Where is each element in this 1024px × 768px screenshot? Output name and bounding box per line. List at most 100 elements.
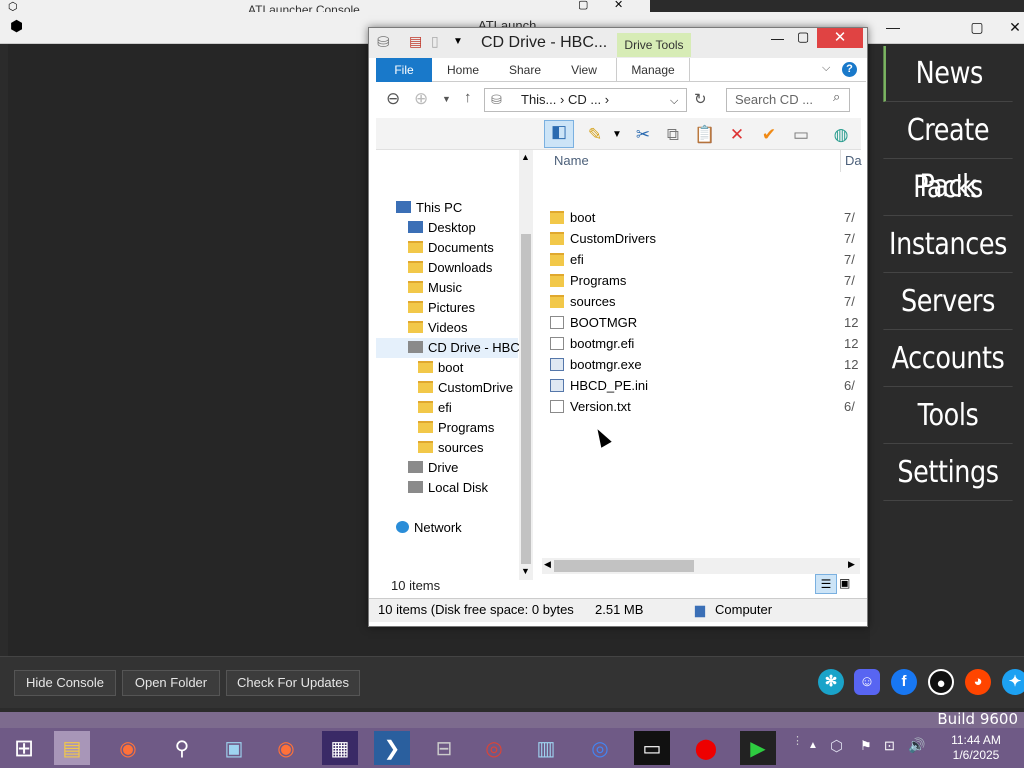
maximize-icon[interactable]: ▢ <box>797 29 809 45</box>
back-icon[interactable]: ⊖ <box>386 89 400 109</box>
help-icon[interactable]: ? <box>842 62 857 77</box>
discord-icon[interactable]: ☺ <box>854 669 880 695</box>
open-folder-button[interactable]: Open Folder <box>122 670 220 696</box>
details-view-icon[interactable]: ☰ <box>815 574 837 594</box>
console-maximize-icon[interactable]: ▢ <box>578 0 588 11</box>
up-icon[interactable]: ↑ <box>464 89 472 106</box>
list-item[interactable]: BOOTMGR 12 <box>542 312 862 333</box>
toolbar-dropdown-icon[interactable]: ▼ <box>606 124 628 146</box>
nav-network[interactable]: Network <box>396 518 462 538</box>
tab-manage[interactable]: Manage <box>616 58 690 82</box>
nav-efi[interactable]: efi <box>418 398 452 418</box>
nav-sources[interactable]: sources <box>418 438 484 458</box>
nav-this-pc[interactable]: This PC <box>396 198 462 218</box>
show-hidden-icons[interactable]: ▲ <box>808 740 818 751</box>
address-dropdown-icon[interactable]: ⌵ <box>670 90 678 112</box>
list-item[interactable]: Programs 7/ <box>542 270 862 291</box>
nav-downloads[interactable]: Downloads <box>408 258 492 278</box>
nav-accounts[interactable]: Accounts <box>883 331 1013 387</box>
list-item[interactable]: sources 7/ <box>542 291 862 312</box>
refresh-icon[interactable]: ↻ <box>694 90 707 108</box>
nav-instances[interactable]: Instances <box>883 217 1013 273</box>
list-item[interactable]: boot 7/ <box>542 207 862 228</box>
list-item[interactable]: Version.txt 6/ <box>542 396 862 417</box>
nav-drive[interactable]: Drive <box>408 458 458 478</box>
app-icon[interactable]: ▶ <box>740 731 776 765</box>
address-bar[interactable]: ⛁ This... › CD ... › ⌵ <box>484 88 687 112</box>
list-item[interactable]: bootmgr.exe 12 <box>542 354 862 375</box>
column-name-header[interactable]: Name <box>554 150 589 172</box>
clock[interactable]: 11:44 AM 1/6/2025 <box>936 733 1016 763</box>
launcher-minimize-button[interactable]: — <box>870 12 916 42</box>
nav-customdrivers[interactable]: CustomDrive <box>418 378 513 398</box>
firefox-icon[interactable]: ◉ <box>110 731 146 765</box>
scroll-down-icon[interactable]: ▼ <box>521 566 530 576</box>
chrome-icon[interactable]: ◎ <box>476 731 512 765</box>
network-tool-icon[interactable]: ▥ <box>528 731 564 765</box>
tab-home[interactable]: Home <box>438 58 488 82</box>
console-close-icon[interactable]: ✕ <box>614 0 623 11</box>
forward-icon[interactable]: ⊕ <box>414 89 428 109</box>
powershell-icon[interactable]: ❯ <box>374 731 410 765</box>
network-tray-icon[interactable]: ⊡ <box>884 738 895 754</box>
volume-icon[interactable]: 🔊 <box>908 737 925 754</box>
github-icon[interactable]: ● <box>928 669 954 695</box>
tab-file[interactable]: File <box>376 58 432 82</box>
scroll-left-icon[interactable]: ◀ <box>544 559 551 570</box>
rename-icon[interactable]: ▭ <box>790 124 812 146</box>
nav-servers[interactable]: Servers <box>883 274 1013 330</box>
navigation-scroll-thumb[interactable] <box>521 234 531 564</box>
minimize-icon[interactable]: — <box>771 31 784 46</box>
nav-documents[interactable]: Documents <box>408 238 494 258</box>
scroll-right-icon[interactable]: ▶ <box>848 559 855 570</box>
nav-local-disk[interactable]: Local Disk <box>408 478 488 498</box>
chromium-icon[interactable]: ◎ <box>582 731 618 765</box>
horizontal-scroll-thumb[interactable] <box>554 560 694 572</box>
image-viewer-icon[interactable]: ▣ <box>216 731 252 765</box>
properties-icon[interactable]: ✎ <box>584 124 606 146</box>
nav-cd-drive[interactable]: CD Drive - HBC <box>376 338 520 358</box>
nav-create-pack[interactable]: Create Pack <box>883 103 1013 204</box>
nav-packs[interactable]: Packs <box>883 160 1013 216</box>
delete-icon[interactable]: ✕ <box>726 124 748 146</box>
disk-tool-icon[interactable]: ⊟ <box>426 731 462 765</box>
horizontal-scrollbar[interactable]: ◀ ▶ <box>542 558 860 574</box>
nav-desktop[interactable]: Desktop <box>408 218 476 238</box>
copy-icon[interactable]: ⧉ <box>662 124 684 146</box>
scroll-up-icon[interactable]: ▲ <box>521 152 530 162</box>
flag-icon[interactable]: ⚑ <box>860 738 872 754</box>
tab-view[interactable]: View <box>562 58 606 82</box>
runner-icon[interactable]: ⚲ <box>164 731 200 765</box>
close-button[interactable]: ✕ <box>817 28 863 48</box>
hide-console-button[interactable]: Hide Console <box>14 670 116 696</box>
recent-dropdown-icon[interactable]: ▼ <box>442 94 451 104</box>
file-explorer-icon[interactable]: ▤ <box>54 731 90 765</box>
nav-videos[interactable]: Videos <box>408 318 468 338</box>
curseforge-icon[interactable]: ✻ <box>818 669 844 695</box>
twitter-icon[interactable]: ✦ <box>1002 669 1024 695</box>
quick-access-dropdown-icon[interactable]: ▼ <box>453 36 463 47</box>
search-input[interactable]: Search CD ... <box>726 88 850 112</box>
record-icon[interactable]: ⬤ <box>688 731 724 765</box>
check-updates-button[interactable]: Check For Updates <box>226 670 360 696</box>
new-folder-icon[interactable]: ▯ <box>431 33 439 50</box>
nav-tools[interactable]: Tools <box>883 388 1013 444</box>
start-icon[interactable]: ⊞ <box>6 731 42 765</box>
facebook-icon[interactable]: f <box>891 669 917 695</box>
nav-news[interactable]: News <box>883 46 1013 102</box>
ribbon-expand-icon[interactable]: ⌵ <box>822 62 830 75</box>
select-icon[interactable]: ✔ <box>758 124 780 146</box>
globe-icon[interactable]: ◍ <box>830 124 852 146</box>
taskbar-scroll-icon[interactable]: ⋮ <box>792 734 803 747</box>
navigation-pane-icon[interactable]: ◧ <box>544 120 574 148</box>
launcher-close-button[interactable]: ✕ <box>992 12 1024 42</box>
atlauncher-tray-icon[interactable]: ⬡ <box>830 737 843 755</box>
terminal-icon[interactable]: ▭ <box>634 731 670 765</box>
nav-pictures[interactable]: Pictures <box>408 298 475 318</box>
nav-boot[interactable]: boot <box>418 358 463 378</box>
firefox-icon[interactable]: ◉ <box>268 731 304 765</box>
cpu-icon[interactable]: ▦ <box>322 731 358 765</box>
cut-icon[interactable]: ✂ <box>632 124 654 146</box>
large-icons-view-icon[interactable]: ▣ <box>839 576 850 590</box>
list-item[interactable]: HBCD_PE.ini 6/ <box>542 375 862 396</box>
